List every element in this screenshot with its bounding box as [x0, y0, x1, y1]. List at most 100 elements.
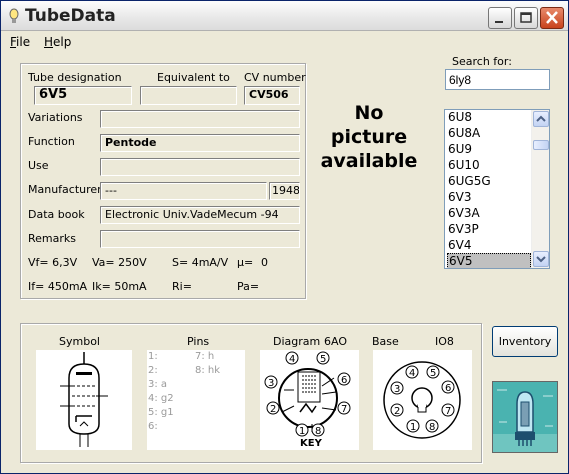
search-label: Search for:: [452, 55, 512, 68]
use-label: Use: [28, 159, 49, 172]
base-code: IO8: [435, 335, 454, 348]
list-item-selected[interactable]: 6V5: [447, 253, 531, 268]
function-field[interactable]: Pentode: [100, 134, 300, 152]
pin-5: 5: g1: [148, 407, 174, 418]
s-value: S= 4mA/V: [172, 256, 229, 269]
chevron-down-icon: [536, 256, 546, 263]
cv-number-field[interactable]: CV506: [244, 86, 300, 105]
pin-7: 7: h: [195, 351, 215, 362]
databook-label: Data book: [28, 208, 85, 221]
base-panel: 1 2 3 4 5 6 7 8: [373, 350, 472, 450]
pin-3: 3: a: [148, 379, 168, 390]
tube-list[interactable]: 6U8 6U8A 6U9 6U10 6UG5G 6V3 6V3A 6V3P 6V…: [444, 109, 550, 269]
manufacturer-label: Manufacturer: [28, 183, 102, 196]
pin-8: 8: hk: [195, 365, 221, 376]
picture-placeholder-line2: picture: [330, 126, 408, 148]
databook-field[interactable]: Electronic Univ.VadeMecum -94: [100, 206, 300, 224]
menu-bar: File Help: [1, 32, 568, 52]
va-value: Va= 250V: [92, 256, 147, 269]
variations-field[interactable]: [100, 110, 300, 128]
diagram-pin-1: 1: [299, 426, 305, 437]
function-label: Function: [28, 135, 75, 148]
list-item[interactable]: 6V3A: [447, 206, 531, 222]
list-item[interactable]: 6U9: [447, 142, 531, 158]
list-item[interactable]: 6V3: [447, 190, 531, 206]
tube-app-icon: [9, 8, 19, 23]
minimize-button[interactable]: [488, 7, 512, 29]
diagram-key-label: KEY: [300, 438, 323, 449]
equivalent-field[interactable]: [140, 86, 237, 105]
chevron-up-icon: [536, 115, 546, 122]
diagram-pin-3: 3: [268, 378, 274, 389]
base-pin-3: 3: [394, 384, 400, 395]
list-item[interactable]: 6U10: [447, 158, 531, 174]
pin-2: 2:: [148, 365, 158, 376]
base-label: Base: [372, 335, 399, 348]
use-field[interactable]: [100, 158, 300, 176]
diagram-pin-2: 2: [270, 404, 276, 415]
equivalent-label: Equivalent to: [157, 71, 230, 84]
base-pin-1: 1: [410, 422, 416, 433]
pin-1: 1:: [148, 351, 158, 362]
vf-value: Vf= 6,3V: [28, 256, 78, 269]
mu-label: µ=: [237, 256, 254, 269]
minimize-icon: [495, 21, 503, 23]
diagram-panel: 1 2 3 4 5 6 7 8 KEY: [260, 350, 359, 450]
pa-value: Pa=: [237, 280, 260, 293]
scroll-up-button[interactable]: [533, 111, 549, 127]
diagram-pin-5: 5: [320, 354, 326, 365]
diagram-pin-8: 8: [315, 426, 321, 437]
tube-logo-icon: [493, 382, 557, 452]
maximize-icon: [520, 12, 532, 23]
base-pin-4: 4: [409, 368, 415, 379]
cv-number-label: CV number: [244, 71, 306, 84]
inventory-button[interactable]: Inventory: [492, 326, 558, 357]
ri-value: Ri=: [172, 280, 192, 293]
diagram-code: 6AO: [324, 335, 347, 348]
pin-diagram-icon: 1 2 3 4 5 6 7 8 KEY: [264, 351, 351, 449]
designation-label: Tube designation: [28, 71, 122, 84]
manufacturer-field[interactable]: ---: [100, 182, 267, 200]
diagram-pin-6: 6: [341, 375, 347, 386]
list-item[interactable]: 6U8A: [447, 126, 531, 142]
close-button[interactable]: [540, 7, 564, 29]
picture-placeholder-line1: No: [354, 102, 384, 124]
base-pin-7: 7: [445, 406, 451, 417]
pin-4: 4: g2: [148, 393, 174, 404]
scroll-down-button[interactable]: [533, 251, 549, 267]
designation-field[interactable]: 6V5: [34, 86, 132, 105]
tube-base-icon: 1 2 3 4 5 6 7 8: [383, 361, 461, 439]
list-item[interactable]: 6U8: [447, 110, 531, 126]
remarks-field[interactable]: [100, 230, 300, 248]
symbol-panel: [36, 350, 132, 450]
base-pin-2: 2: [394, 406, 400, 417]
base-pin-5: 5: [430, 368, 436, 379]
close-icon: [546, 11, 558, 24]
search-input[interactable]: [445, 69, 550, 90]
diagram-pin-4: 4: [289, 354, 295, 365]
picture-placeholder: No picture available: [319, 101, 419, 173]
ik-value: Ik= 50mA: [92, 280, 147, 293]
pins-panel: 1: 2: 3: a 4: g2 5: g1 6: 7: h 8: hk: [147, 350, 245, 450]
window-title: TubeData: [25, 6, 116, 26]
year-field[interactable]: 1948: [269, 182, 300, 200]
list-item[interactable]: 6V4: [447, 238, 531, 254]
list-scrollbar[interactable]: [531, 110, 549, 268]
remarks-label: Remarks: [28, 232, 76, 245]
main-window: TubeData File Help Tube designation Equi…: [0, 0, 569, 474]
variations-label: Variations: [28, 111, 83, 124]
scroll-thumb[interactable]: [533, 140, 549, 150]
menu-file[interactable]: File: [10, 35, 30, 49]
base-pin-8: 8: [429, 422, 435, 433]
base-pin-6: 6: [445, 383, 451, 394]
pin-6: 6:: [148, 421, 158, 432]
title-bar[interactable]: TubeData: [1, 1, 568, 31]
menu-help[interactable]: Help: [44, 35, 71, 49]
list-item[interactable]: 6UG5G: [447, 174, 531, 190]
if-value: If= 450mA: [28, 280, 88, 293]
tubedata-logo: [492, 381, 558, 453]
diagram-pin-7: 7: [341, 404, 347, 415]
maximize-button[interactable]: [514, 7, 538, 29]
list-item[interactable]: 6V3P: [447, 222, 531, 238]
tube-symbol-icon: [60, 352, 108, 447]
